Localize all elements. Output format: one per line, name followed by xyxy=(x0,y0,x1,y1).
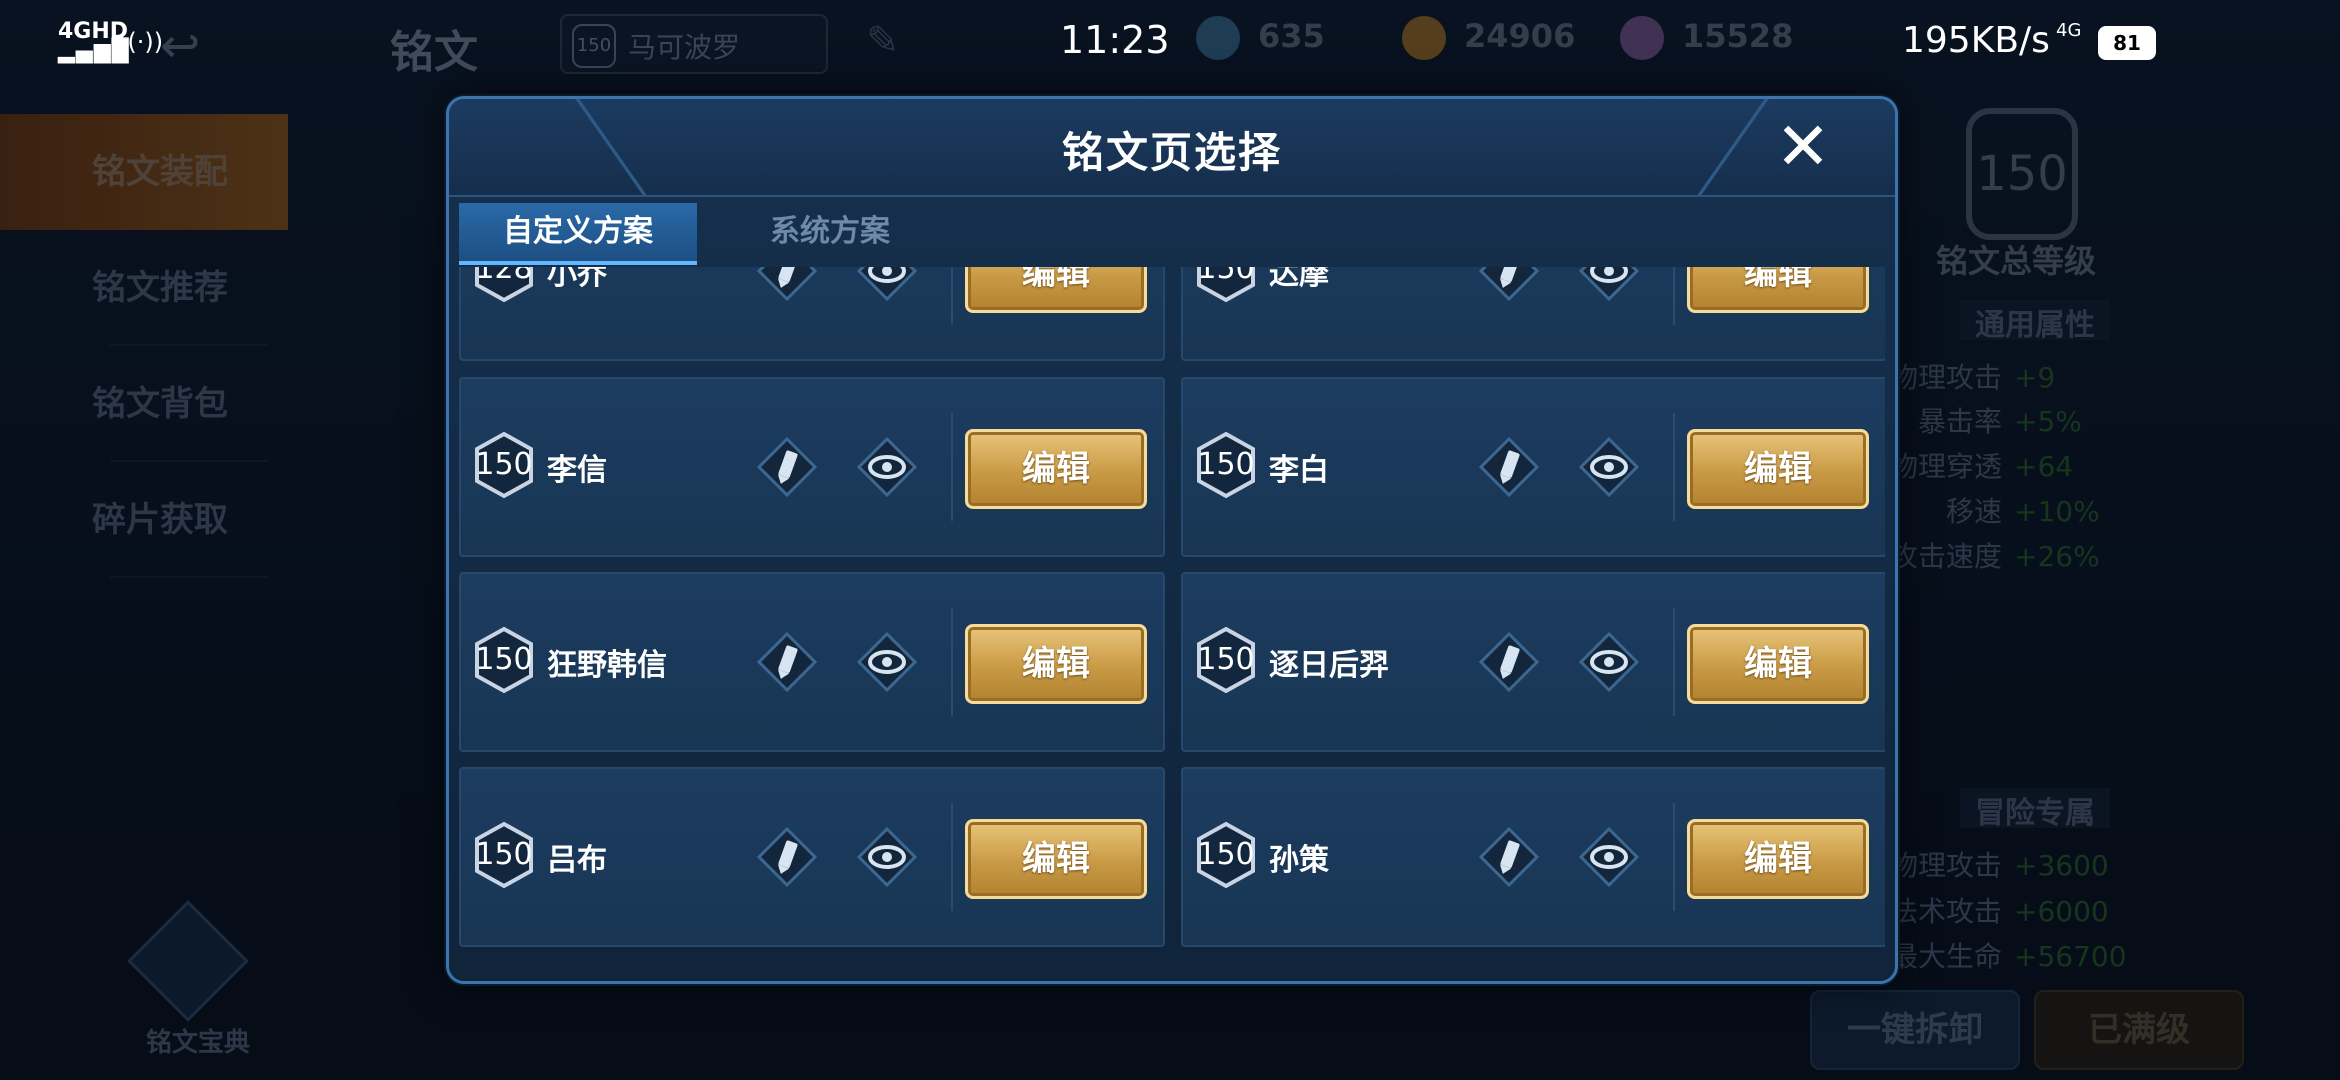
rune-page-card[interactable]: 150 狂野韩信 编辑 xyxy=(459,572,1165,752)
rune-page-card[interactable]: 150 逐日后羿 编辑 xyxy=(1181,572,1885,752)
preview-eye-icon[interactable] xyxy=(1578,267,1640,302)
hero-name: 达摩 xyxy=(1269,267,1329,292)
preview-eye-icon[interactable] xyxy=(856,267,918,302)
dialog-title: 铭文页选择 xyxy=(1061,128,1282,177)
rename-pencil-icon[interactable] xyxy=(1478,436,1540,498)
preview-eye-icon[interactable] xyxy=(1578,436,1640,498)
rename-pencil-icon[interactable] xyxy=(756,826,818,888)
edit-button[interactable]: 编辑 xyxy=(1687,429,1869,509)
stat-row: 物理穿透 +64 xyxy=(1889,450,2074,483)
rune-page-card[interactable]: 150 李信 编辑 xyxy=(459,377,1165,557)
unload-all-button[interactable]: 一键拆卸 xyxy=(1810,990,2020,1070)
codex-label: 铭文宝典 xyxy=(145,1028,250,1058)
menu-item-backpack[interactable]: 铭文背包 xyxy=(0,346,288,462)
stat-row: 暴击率 +5% xyxy=(1917,405,2082,438)
rename-pencil-icon[interactable] xyxy=(756,267,818,302)
rune-page-card[interactable]: 150 李白 编辑 xyxy=(1181,377,1885,557)
clock: 11:23 xyxy=(1060,18,1170,62)
rune-page-list[interactable]: 128 小乔 编辑 150 达摩 编辑 150 李信 编辑 150 李白 编辑 … xyxy=(459,267,1885,971)
divider xyxy=(951,267,953,325)
stat-row: 最大生命 +56700 xyxy=(1889,940,2127,973)
menu-item-equip[interactable]: 铭文装配 xyxy=(0,114,288,230)
hero-name: 李白 xyxy=(1269,453,1329,488)
rename-pencil-icon[interactable] xyxy=(1478,826,1540,888)
rune-page-card[interactable]: 128 小乔 编辑 xyxy=(459,267,1165,361)
hotspot-icon: ((·)) xyxy=(118,28,164,56)
hero-name: 吕布 xyxy=(547,843,607,878)
stat-row: 物理攻击 +9 xyxy=(1889,361,2056,394)
rune-page-card[interactable]: 150 达摩 编辑 xyxy=(1181,267,1885,361)
network-type-right: 4G xyxy=(2056,20,2082,41)
divider xyxy=(1673,803,1675,911)
preview-eye-icon[interactable] xyxy=(1578,631,1640,693)
left-menu: 铭文装配 铭文推荐 铭文背包 碎片获取 xyxy=(0,114,288,578)
stat-row: 物理攻击 +3600 xyxy=(1889,849,2109,882)
max-level-button[interactable]: 已满级 xyxy=(2034,990,2244,1070)
stat-row: 法术攻击 +6000 xyxy=(1889,895,2109,928)
general-stats-title: 通用属性 xyxy=(1960,300,2110,343)
menu-item-recommend[interactable]: 铭文推荐 xyxy=(0,230,288,346)
divider xyxy=(951,413,953,521)
preview-eye-icon[interactable] xyxy=(856,436,918,498)
hero-name: 李信 xyxy=(547,453,607,488)
close-icon[interactable]: ✕ xyxy=(1771,114,1835,180)
total-level-badge: 150 xyxy=(1966,108,2078,240)
rename-pencil-icon[interactable] xyxy=(1478,267,1540,302)
preview-eye-icon[interactable] xyxy=(856,631,918,693)
tab-system-plan[interactable]: 系统方案 xyxy=(711,203,949,261)
divider xyxy=(1673,413,1675,521)
rune-level: 150 xyxy=(1197,837,1255,872)
rename-pencil-icon[interactable] xyxy=(756,631,818,693)
divider xyxy=(1673,608,1675,716)
edit-button[interactable]: 编辑 xyxy=(965,267,1147,313)
rune-level: 150 xyxy=(475,447,533,482)
menu-item-fragments[interactable]: 碎片获取 xyxy=(0,462,288,578)
hero-name: 孙策 xyxy=(1269,843,1329,878)
tab-custom-plan[interactable]: 自定义方案 xyxy=(459,203,697,265)
rune-level: 150 xyxy=(475,837,533,872)
preview-eye-icon[interactable] xyxy=(856,826,918,888)
edit-button[interactable]: 编辑 xyxy=(965,624,1147,704)
hero-name: 小乔 xyxy=(547,267,607,292)
battery-icon: 81 xyxy=(2098,26,2156,60)
rune-level: 150 xyxy=(1197,267,1255,286)
edit-button[interactable]: 编辑 xyxy=(1687,624,1869,704)
stat-row: 移速 +10% xyxy=(1945,495,2100,528)
divider xyxy=(951,803,953,911)
preview-eye-icon[interactable] xyxy=(1578,826,1640,888)
edit-button[interactable]: 编辑 xyxy=(1687,819,1869,899)
rename-pencil-icon[interactable] xyxy=(1478,631,1540,693)
rune-level: 128 xyxy=(475,267,533,286)
edit-button[interactable]: 编辑 xyxy=(1687,267,1869,313)
hero-name: 狂野韩信 xyxy=(547,648,667,683)
adventure-stats-title: 冒险专属 xyxy=(1960,788,2110,831)
codex-button[interactable]: 铭文宝典 xyxy=(127,900,250,1058)
hero-name: 逐日后羿 xyxy=(1269,648,1389,683)
rune-level: 150 xyxy=(475,642,533,677)
network-speed: 195KB/s xyxy=(1902,20,2050,61)
rune-level: 150 xyxy=(1197,447,1255,482)
status-bar: 4GHD ▂▄▆█ ((·)) 11:23 195KB/s 4G 81 xyxy=(0,0,2340,88)
divider xyxy=(110,576,268,578)
divider xyxy=(1673,267,1675,325)
rune-page-dialog: 铭文页选择 ✕ 自定义方案 系统方案 128 小乔 编辑 150 达摩 编辑 1… xyxy=(446,96,1898,984)
rune-page-card[interactable]: 150 孙策 编辑 xyxy=(1181,767,1885,947)
rune-level: 150 xyxy=(1197,642,1255,677)
book-icon xyxy=(127,900,249,1022)
rename-pencil-icon[interactable] xyxy=(756,436,818,498)
stat-row: 攻击速度 +26% xyxy=(1889,540,2100,573)
total-level-label: 铭文总等级 xyxy=(1936,242,2097,280)
edit-button[interactable]: 编辑 xyxy=(965,819,1147,899)
edit-button[interactable]: 编辑 xyxy=(965,429,1147,509)
divider xyxy=(951,608,953,716)
dialog-header: 铭文页选择 ✕ xyxy=(449,99,1895,197)
rune-page-card[interactable]: 150 吕布 编辑 xyxy=(459,767,1165,947)
